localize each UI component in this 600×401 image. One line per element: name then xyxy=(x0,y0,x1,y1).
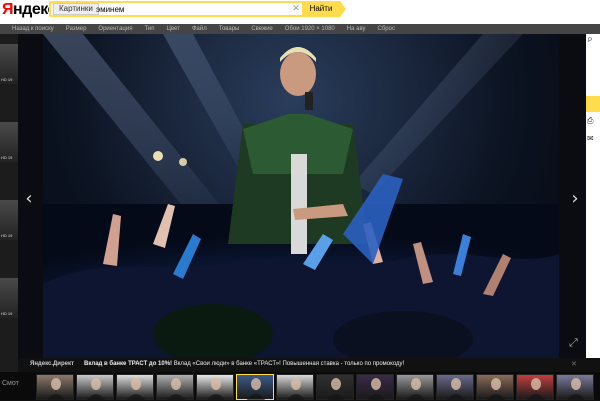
thumbnail-figure xyxy=(486,378,506,401)
left-thumbnail[interactable]: HD 19 xyxy=(0,44,18,84)
filmstrip-thumbnail[interactable] xyxy=(556,374,594,401)
search-input[interactable] xyxy=(96,3,296,15)
thumbnail-figure xyxy=(526,378,546,401)
filmstrip-thumbnail[interactable] xyxy=(76,374,114,401)
ad-headline[interactable]: Вклад в банке ТРАСТ до 10%! xyxy=(84,361,172,367)
thumbnail-badge: HD 19 xyxy=(1,233,13,238)
search-button[interactable]: Найти xyxy=(302,1,346,17)
thumbnail-figure xyxy=(86,378,106,401)
filmstrip: Смот xyxy=(0,372,600,401)
next-image-arrow-icon[interactable]: › xyxy=(568,189,582,209)
thumbnail-figure xyxy=(246,378,266,401)
ad-body: Вклад «Свои люди» в банке «ТРАСТ»! Повыш… xyxy=(172,361,405,367)
thumbnail-figure xyxy=(166,378,186,401)
thumbnail-figure xyxy=(446,378,466,401)
previous-image-arrow-icon[interactable]: ‹ xyxy=(22,189,36,209)
filter-item[interactable]: Товары xyxy=(219,24,240,34)
filmstrip-thumbnail[interactable] xyxy=(156,374,194,401)
filter-item[interactable]: Файл xyxy=(192,24,207,34)
filmstrip-thumbnail[interactable] xyxy=(396,374,434,401)
thumbnail-badge: HD 19 xyxy=(1,311,13,316)
thumbnail-figure xyxy=(126,378,146,401)
filmstrip-thumbnail[interactable] xyxy=(316,374,354,401)
right-panel: Р ⎙ ✉ xyxy=(586,34,600,358)
filmstrip-thumbnail[interactable] xyxy=(236,374,274,401)
thumbnail-figure xyxy=(286,378,306,401)
mail-icon[interactable]: ✉ xyxy=(587,134,594,143)
left-thumbnails: HD 19 HD 19 HD 19 HD 19 xyxy=(0,34,18,400)
print-icon[interactable]: ⎙ xyxy=(587,116,593,126)
logo-first-letter: Я xyxy=(2,1,14,18)
main-photo xyxy=(43,34,559,358)
ad-label: Яндекс.Директ xyxy=(30,361,74,367)
filter-item[interactable]: Свежие xyxy=(251,24,272,34)
thumbnail-badge: HD 19 xyxy=(1,155,13,160)
left-thumbnail[interactable]: HD 19 xyxy=(0,200,18,240)
filter-item[interactable]: Обои 1920 × 1080 xyxy=(285,24,335,34)
filter-item[interactable]: Сброс xyxy=(378,24,395,34)
filmstrip-thumbnail[interactable] xyxy=(196,374,234,401)
right-panel-text: Р xyxy=(588,38,593,44)
filmstrip-thumbnail[interactable] xyxy=(516,374,554,401)
filter-item[interactable]: Размер xyxy=(66,24,87,34)
concert-photo-illustration xyxy=(43,34,559,358)
ad-bar[interactable]: Яндекс.Директ Вклад в банке ТРАСТ до 10%… xyxy=(18,358,586,372)
filmstrip-thumbnail[interactable] xyxy=(436,374,474,401)
filmstrip-thumbnail[interactable] xyxy=(36,374,74,401)
ad-text[interactable]: Вклад в банке ТРАСТ до 10%! Вклад «Свои … xyxy=(84,361,404,367)
header: Яндекс Картинки ✕ Найти xyxy=(0,0,600,24)
fullscreen-expand-icon[interactable]: ⤢ xyxy=(569,337,581,349)
filmstrip-thumbnail[interactable] xyxy=(116,374,154,401)
search-box: Картинки ✕ xyxy=(49,1,341,17)
thumbnail-figure xyxy=(566,378,586,401)
filter-bar: Назад к поиску Размер Ориентация Тип Цвет Фай… xyxy=(0,24,600,34)
left-thumbnail[interactable]: HD 19 xyxy=(0,122,18,162)
filmstrip-thumbnail[interactable] xyxy=(356,374,394,401)
left-thumbnail[interactable]: HD 19 xyxy=(0,278,18,318)
thumbnail-figure xyxy=(326,378,346,401)
thumbnail-figure xyxy=(206,378,226,401)
filter-item[interactable]: Ориентация xyxy=(98,24,132,34)
filter-item[interactable]: Тип xyxy=(144,24,154,34)
thumbnail-figure xyxy=(406,378,426,401)
filter-item[interactable]: Назад к поиску xyxy=(12,24,54,34)
search-tab-images[interactable]: Картинки xyxy=(53,3,99,15)
filmstrip-thumbnail[interactable] xyxy=(476,374,514,401)
thumbnail-figure xyxy=(366,378,386,401)
clear-icon[interactable]: ✕ xyxy=(291,3,301,15)
filmstrip-label: Смот xyxy=(2,380,19,387)
open-button[interactable] xyxy=(586,96,600,112)
filter-item[interactable]: Цвет xyxy=(166,24,179,34)
thumbnail-figure xyxy=(46,378,66,401)
thumbnail-badge: HD 19 xyxy=(1,77,13,82)
close-icon[interactable]: ✕ xyxy=(571,360,577,368)
filmstrip-thumbnail[interactable] xyxy=(276,374,314,401)
yandex-logo[interactable]: Яндекс xyxy=(2,1,56,19)
filter-item[interactable]: На аву xyxy=(347,24,366,34)
image-viewer: ‹ › ⤢ xyxy=(18,34,586,358)
